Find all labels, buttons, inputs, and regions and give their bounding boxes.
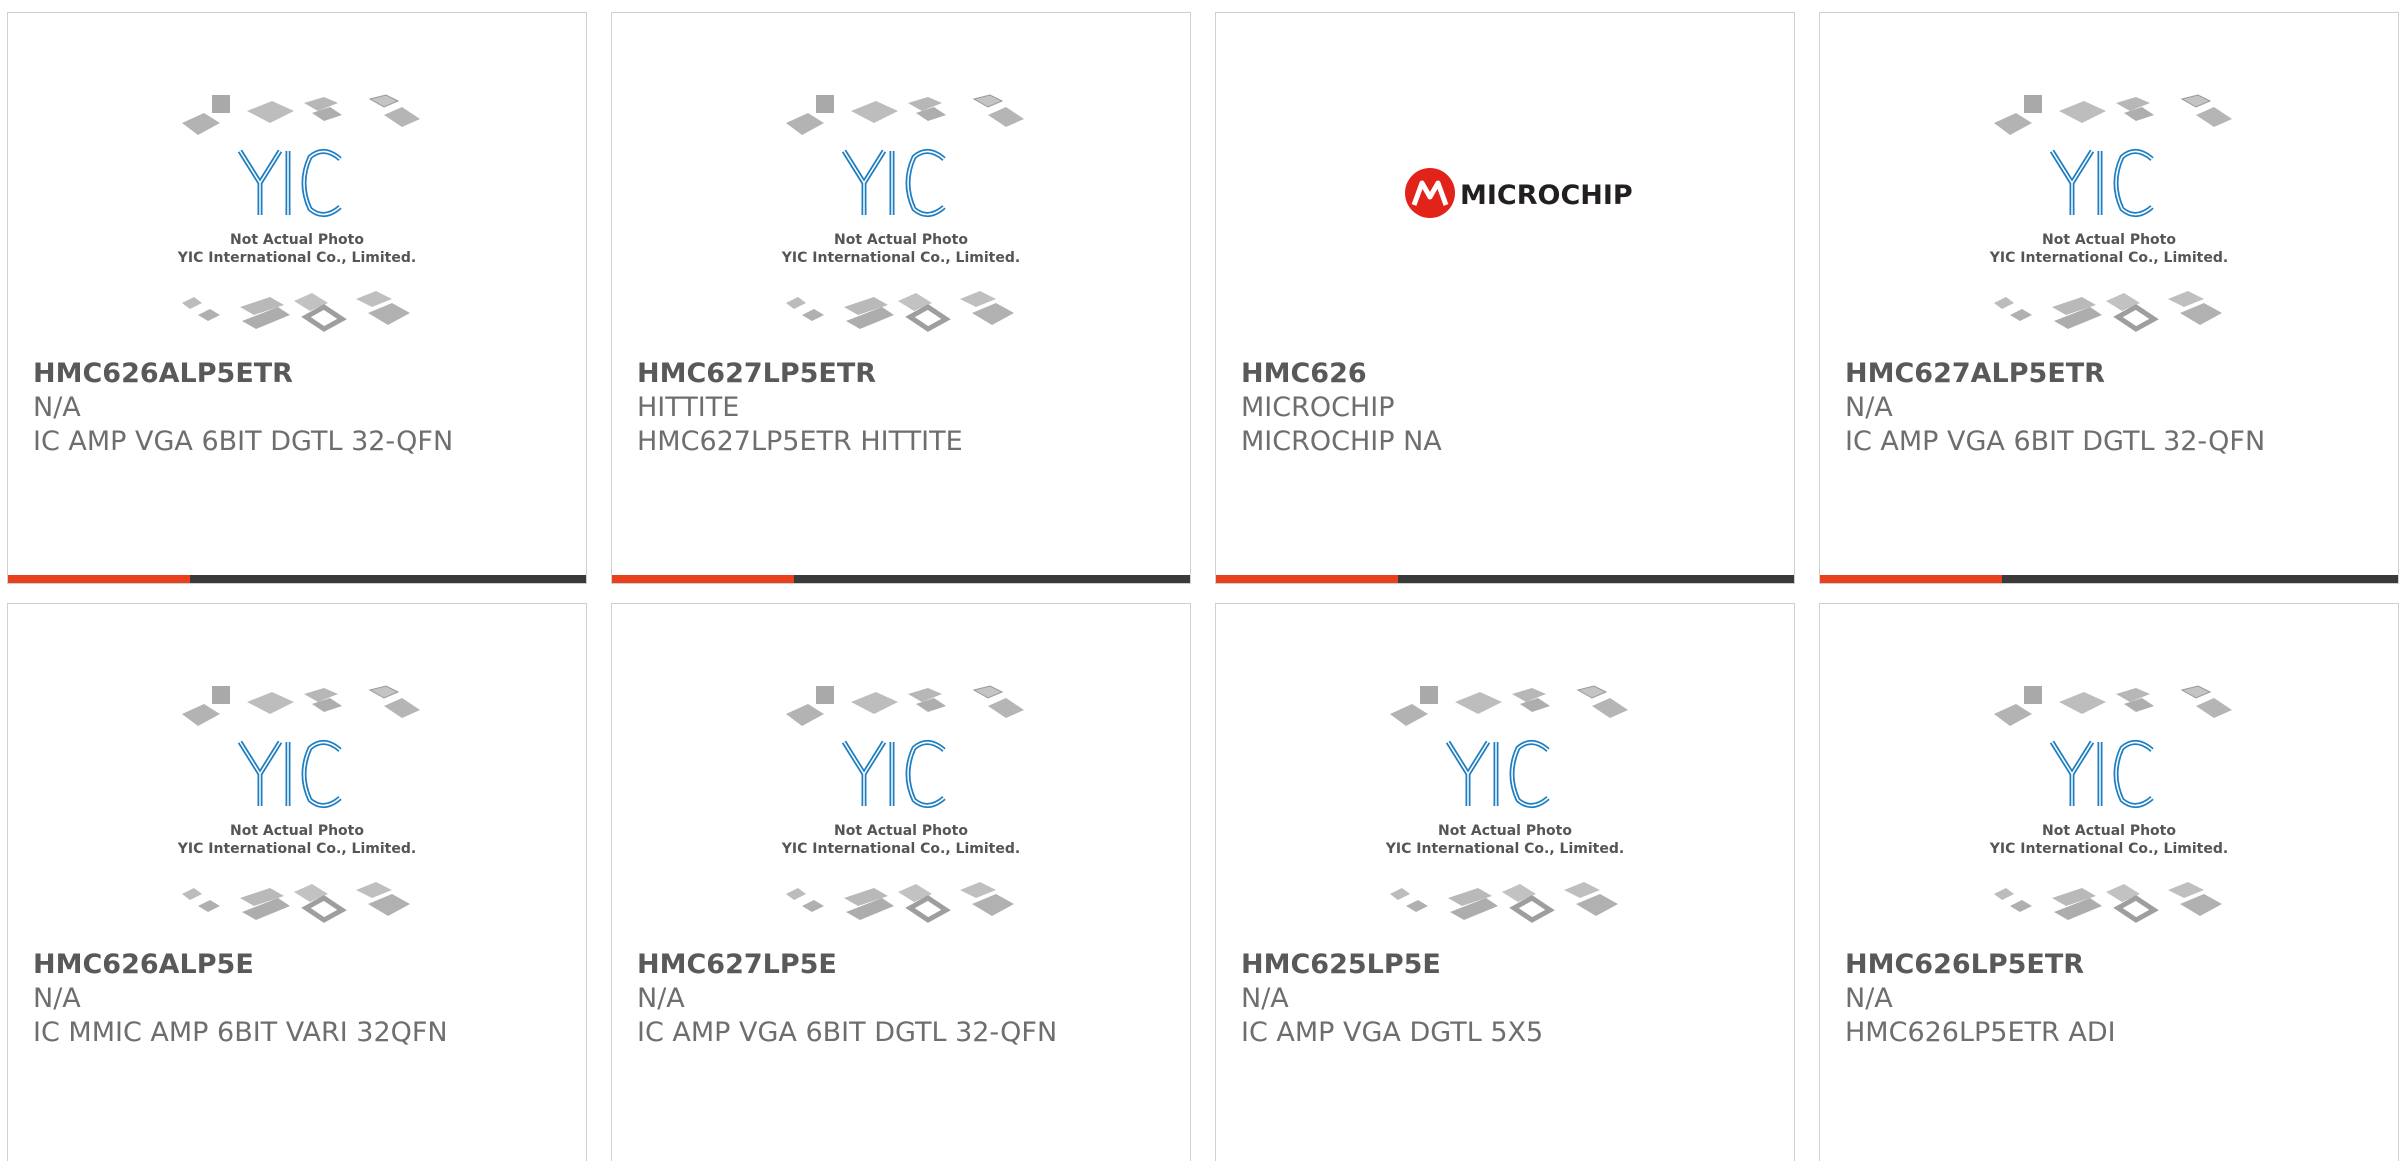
placeholder-image: Not Actual Photo YIC International Co., … xyxy=(781,684,1036,924)
product-card[interactable]: Not Actual Photo YIC International Co., … xyxy=(1819,12,2399,584)
product-card[interactable]: Not Actual Photo YIC International Co., … xyxy=(1819,603,2399,1161)
product-card[interactable]: Not Actual Photo YIC International Co., … xyxy=(611,12,1191,584)
placeholder-line1: Not Actual Photo xyxy=(834,232,968,248)
product-card[interactable]: Not Actual Photo YIC International Co., … xyxy=(7,603,587,1161)
accent-segment xyxy=(8,575,190,583)
product-image[interactable]: Not Actual Photo YIC International Co., … xyxy=(1216,684,1794,959)
placeholder-image: Not Actual Photo YIC International Co., … xyxy=(177,93,432,333)
microchip-logo-text: MICROCHIP xyxy=(1460,180,1633,211)
card-bottom-bar xyxy=(612,575,1190,583)
brand: N/A xyxy=(1845,392,1893,423)
card-bottom-bar xyxy=(1820,575,2398,583)
placeholder-line2: YIC International Co., Limited. xyxy=(781,841,1020,857)
product-card[interactable]: MICROCHIP HMC626 MICROCHIP MICROCHIP NA xyxy=(1215,12,1795,584)
microchip-logo: MICROCHIP xyxy=(1405,168,1633,218)
product-info: HMC626ALP5ETR N/A IC AMP VGA 6BIT DGTL 3… xyxy=(33,357,566,459)
placeholder-image: Not Actual Photo YIC International Co., … xyxy=(177,684,432,924)
product-info: HMC627LP5E N/A IC AMP VGA 6BIT DGTL 32-Q… xyxy=(637,948,1170,1050)
product-image[interactable]: Not Actual Photo YIC International Co., … xyxy=(8,93,586,368)
placeholder-image: Not Actual Photo YIC International Co., … xyxy=(1989,93,2244,333)
placeholder-line1: Not Actual Photo xyxy=(230,823,364,839)
description: MICROCHIP NA xyxy=(1241,426,1442,457)
brand: MICROCHIP xyxy=(1241,392,1395,423)
placeholder-line2: YIC International Co., Limited. xyxy=(177,841,416,857)
part-number[interactable]: HMC627LP5E xyxy=(637,948,1170,982)
placeholder-image: Not Actual Photo YIC International Co., … xyxy=(1989,684,2244,924)
part-number[interactable]: HMC626ALP5ETR xyxy=(33,357,566,391)
product-card[interactable]: Not Actual Photo YIC International Co., … xyxy=(7,12,587,584)
description: IC AMP VGA 6BIT DGTL 32-QFN xyxy=(637,1017,1058,1048)
product-info: HMC626ALP5E N/A IC MMIC AMP 6BIT VARI 32… xyxy=(33,948,566,1050)
product-info: HMC627LP5ETR HITTITE HMC627LP5ETR HITTIT… xyxy=(637,357,1170,459)
placeholder-line2: YIC International Co., Limited. xyxy=(781,250,1020,266)
part-number[interactable]: HMC626 xyxy=(1241,357,1774,391)
description: HMC626LP5ETR ADI xyxy=(1845,1017,2116,1048)
card-bottom-bar xyxy=(8,575,586,583)
brand: HITTITE xyxy=(637,392,740,423)
description: IC MMIC AMP 6BIT VARI 32QFN xyxy=(33,1017,448,1048)
brand: N/A xyxy=(1845,983,1893,1014)
product-grid: Not Actual Photo YIC International Co., … xyxy=(0,0,2400,1161)
placeholder-image: Not Actual Photo YIC International Co., … xyxy=(781,93,1036,333)
product-image[interactable]: Not Actual Photo YIC International Co., … xyxy=(612,684,1190,959)
brand: N/A xyxy=(637,983,685,1014)
placeholder-line2: YIC International Co., Limited. xyxy=(177,250,416,266)
description: IC AMP VGA 6BIT DGTL 32-QFN xyxy=(33,426,454,457)
product-image[interactable]: Not Actual Photo YIC International Co., … xyxy=(1820,93,2398,368)
accent-segment xyxy=(1820,575,2002,583)
placeholder-line1: Not Actual Photo xyxy=(834,823,968,839)
product-card[interactable]: Not Actual Photo YIC International Co., … xyxy=(1215,603,1795,1161)
part-number[interactable]: HMC627ALP5ETR xyxy=(1845,357,2378,391)
product-info: HMC626 MICROCHIP MICROCHIP NA xyxy=(1241,357,1774,459)
placeholder-line2: YIC International Co., Limited. xyxy=(1989,250,2228,266)
brand: N/A xyxy=(33,392,81,423)
part-number[interactable]: HMC625LP5E xyxy=(1241,948,1774,982)
placeholder-line1: Not Actual Photo xyxy=(2042,823,2176,839)
product-info: HMC625LP5E N/A IC AMP VGA DGTL 5X5 xyxy=(1241,948,1774,1050)
product-image[interactable]: MICROCHIP xyxy=(1216,93,1794,368)
accent-segment xyxy=(1216,575,1398,583)
placeholder-line1: Not Actual Photo xyxy=(230,232,364,248)
product-info: HMC626LP5ETR N/A HMC626LP5ETR ADI xyxy=(1845,948,2378,1050)
brand: N/A xyxy=(1241,983,1289,1014)
part-number[interactable]: HMC626ALP5E xyxy=(33,948,566,982)
placeholder-line1: Not Actual Photo xyxy=(2042,232,2176,248)
brand: N/A xyxy=(33,983,81,1014)
accent-segment xyxy=(612,575,794,583)
card-bottom-bar xyxy=(1216,575,1794,583)
description: IC AMP VGA DGTL 5X5 xyxy=(1241,1017,1544,1048)
product-card[interactable]: Not Actual Photo YIC International Co., … xyxy=(611,603,1191,1161)
description: IC AMP VGA 6BIT DGTL 32-QFN xyxy=(1845,426,2266,457)
product-image[interactable]: Not Actual Photo YIC International Co., … xyxy=(8,684,586,959)
part-number[interactable]: HMC627LP5ETR xyxy=(637,357,1170,391)
product-image[interactable]: Not Actual Photo YIC International Co., … xyxy=(1820,684,2398,959)
product-info: HMC627ALP5ETR N/A IC AMP VGA 6BIT DGTL 3… xyxy=(1845,357,2378,459)
product-image[interactable]: Not Actual Photo YIC International Co., … xyxy=(612,93,1190,368)
placeholder-image: Not Actual Photo YIC International Co., … xyxy=(1385,684,1640,924)
placeholder-line2: YIC International Co., Limited. xyxy=(1989,841,2228,857)
placeholder-line1: Not Actual Photo xyxy=(1438,823,1572,839)
part-number[interactable]: HMC626LP5ETR xyxy=(1845,948,2378,982)
placeholder-line2: YIC International Co., Limited. xyxy=(1385,841,1624,857)
description: HMC627LP5ETR HITTITE xyxy=(637,426,963,457)
